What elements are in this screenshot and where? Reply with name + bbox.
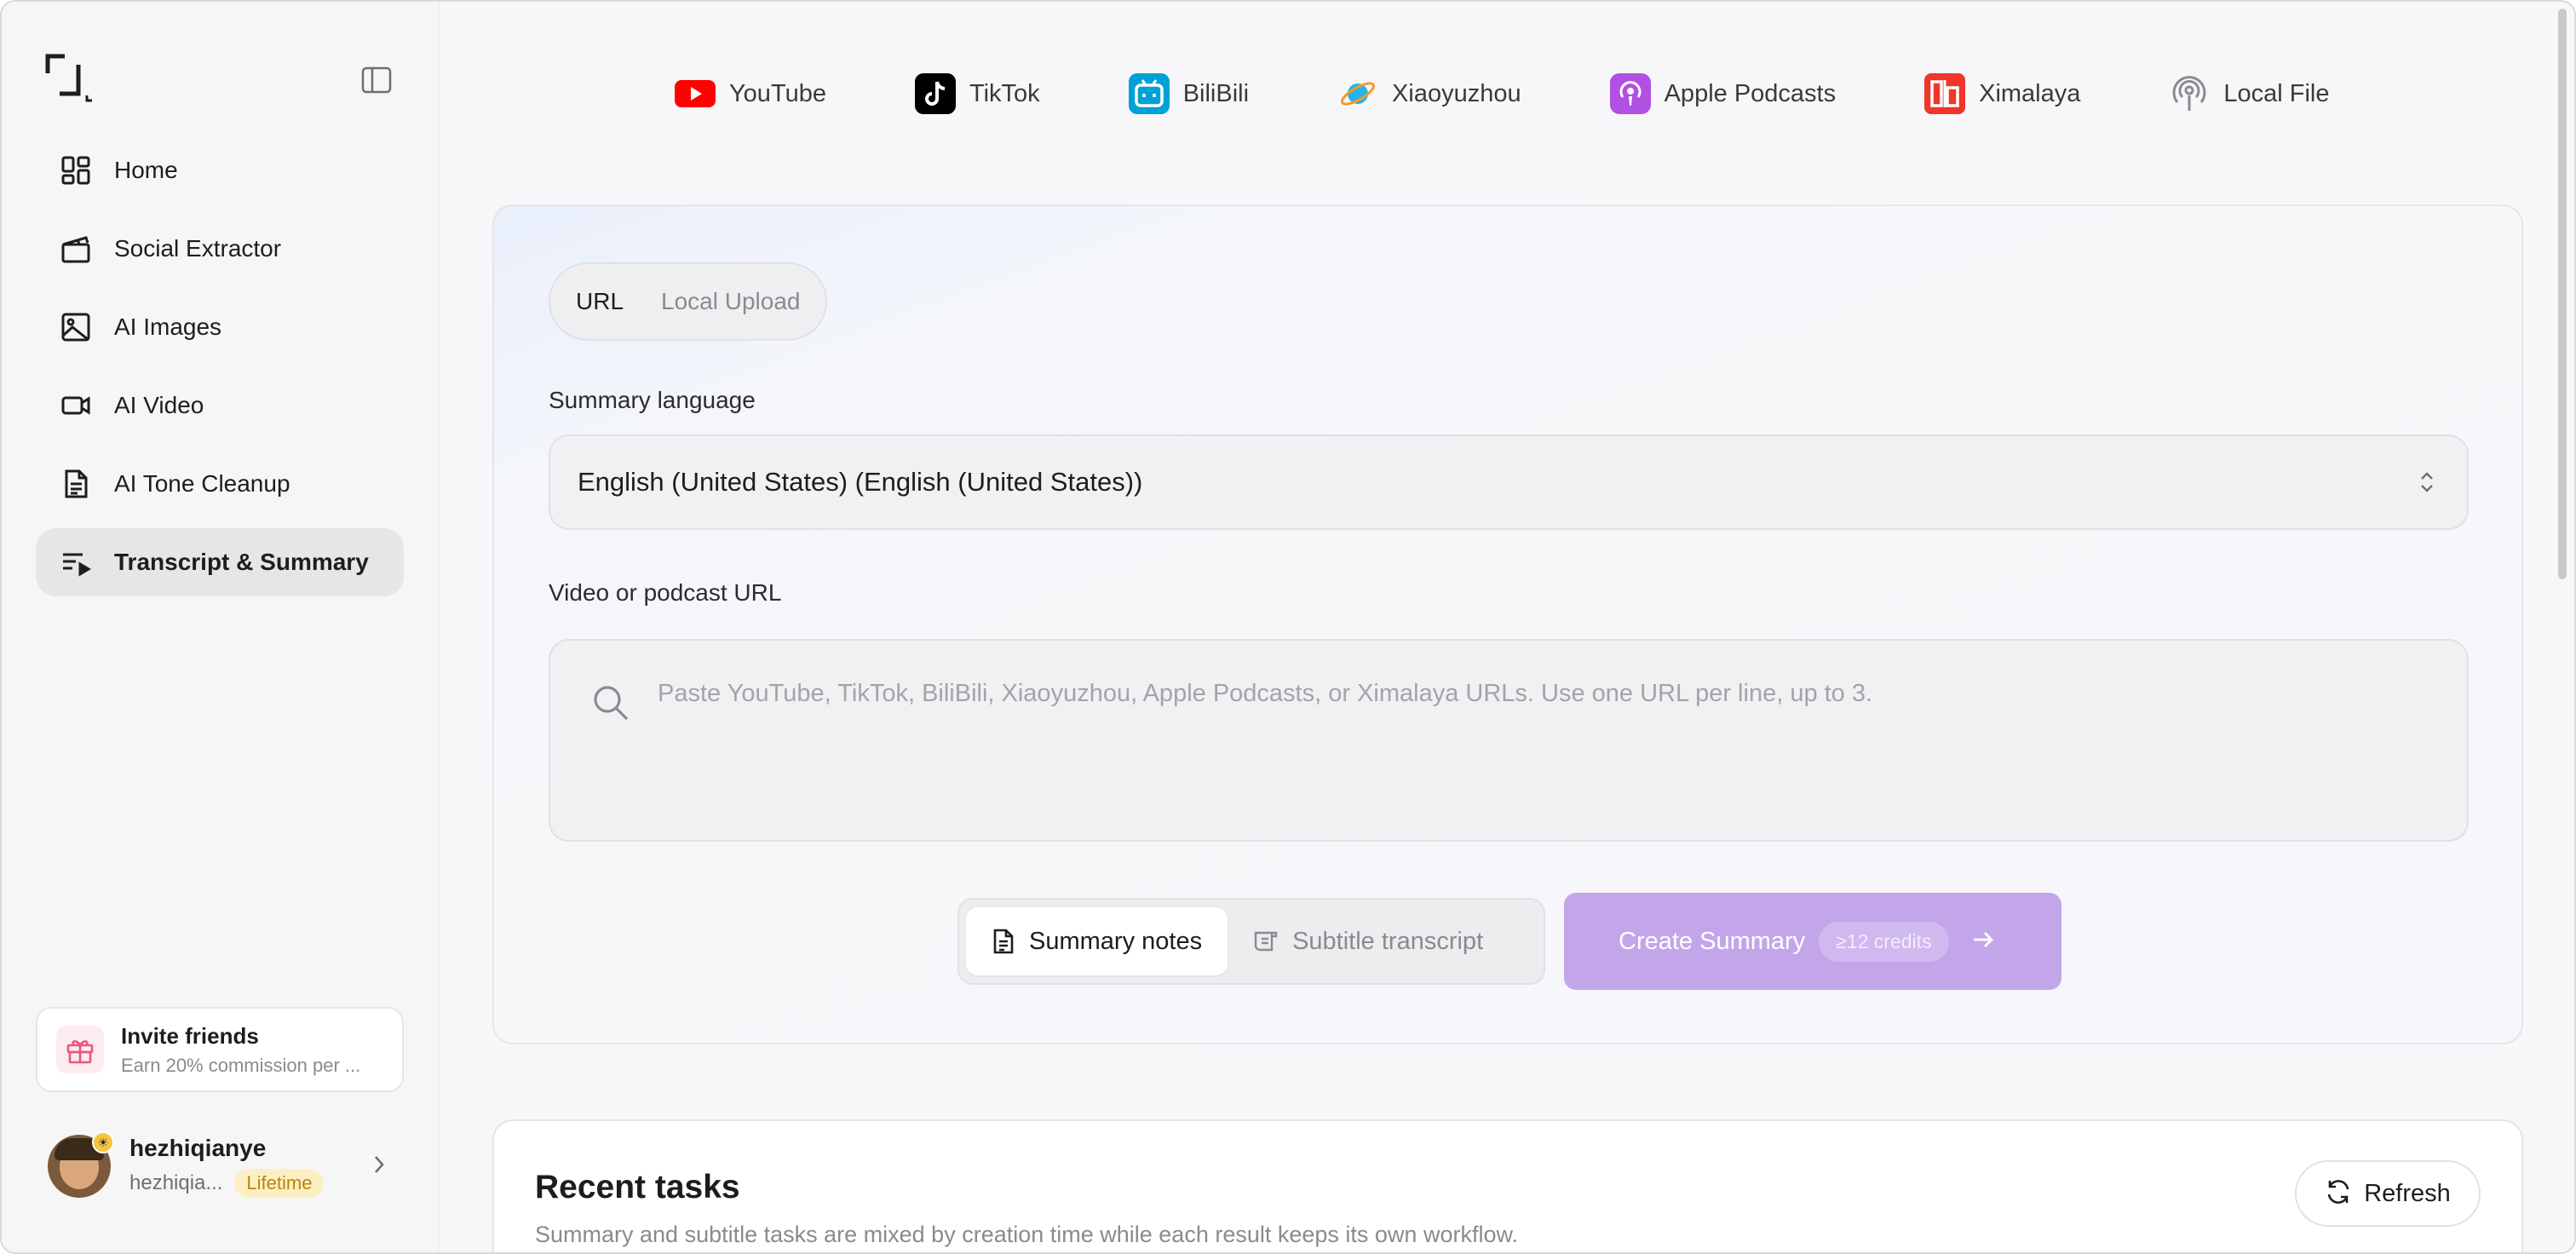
refresh-button[interactable]: Refresh <box>2295 1160 2481 1227</box>
sidebar-item-label: AI Tone Cleanup <box>114 470 290 497</box>
app-logo-icon[interactable] <box>44 53 95 104</box>
scroll-icon <box>1253 929 1279 954</box>
platform-apple-podcasts[interactable]: Apple Podcasts <box>1609 73 1836 114</box>
platform-tiktok[interactable]: TikTok <box>914 73 1040 114</box>
platform-bilibili[interactable]: BiliBili <box>1128 73 1249 114</box>
invite-friends-card[interactable]: Invite friends Earn 20% commission per .… <box>36 1007 404 1092</box>
sidebar-item-label: AI Video <box>114 392 204 418</box>
image-icon <box>60 311 92 343</box>
output-mode-toggle: Summary notes Subtitle transcript <box>957 898 1545 985</box>
youtube-icon <box>675 73 716 114</box>
search-icon <box>591 683 630 727</box>
sidebar-item-label: Home <box>114 157 178 183</box>
user-handle: hezhiqia... <box>129 1171 223 1194</box>
scrollbar[interactable] <box>2556 2 2569 1252</box>
tab-url[interactable]: URL <box>557 269 642 334</box>
sidebar-item-transcript-summary[interactable]: Transcript & Summary <box>36 528 404 596</box>
user-name: hezhiqianye <box>129 1135 267 1161</box>
recent-tasks-subtitle: Summary and subtitle tasks are mixed by … <box>535 1222 1518 1247</box>
document-icon <box>992 929 1015 954</box>
invite-title: Invite friends <box>121 1022 259 1049</box>
user-profile[interactable]: ☀ hezhiqianye hezhiqia... Lifetime <box>36 1119 404 1213</box>
recent-tasks-title: Recent tasks <box>535 1169 740 1205</box>
sidebar-item-label: AI Images <box>114 314 222 340</box>
platform-ximalaya[interactable]: Ximalaya <box>1924 73 2080 114</box>
mode-subtitle-transcript[interactable]: Subtitle transcript <box>1228 907 1509 975</box>
arrow-right-icon <box>1971 929 1995 954</box>
chevron-right-icon <box>371 1153 387 1180</box>
sidebar-item-social-extractor[interactable]: Social Extractor <box>36 215 404 283</box>
refresh-icon <box>2325 1178 2352 1210</box>
sidebar-item-ai-video[interactable]: AI Video <box>36 371 404 440</box>
invite-subtitle: Earn 20% commission per ... <box>121 1054 361 1076</box>
gift-icon <box>56 1026 104 1073</box>
scrollbar-thumb[interactable] <box>2558 9 2567 579</box>
clapperboard-icon <box>60 233 92 265</box>
summary-form-card: URL Local Upload Summary language Englis… <box>492 204 2523 1044</box>
platform-local-file[interactable]: Local File <box>2169 73 2330 114</box>
credits-badge: ≥12 credits <box>1819 921 1949 962</box>
sidebar-nav: Home Social Extractor AI Images AI Video… <box>36 136 404 607</box>
planet-icon <box>1337 73 1378 114</box>
avatar: ☀ <box>48 1131 114 1198</box>
platform-xiaoyuzhou[interactable]: Xiaoyuzhou <box>1337 73 1521 114</box>
podcast-signal-icon <box>2169 73 2210 114</box>
video-camera-icon <box>60 389 92 422</box>
grid-icon <box>60 154 92 187</box>
app-window: Home Social Extractor AI Images AI Video… <box>0 0 2576 1254</box>
summary-language-select[interactable]: English (United States) (English (United… <box>549 434 2469 530</box>
recent-tasks-card: Recent tasks Summary and subtitle tasks … <box>492 1119 2523 1252</box>
create-summary-button[interactable]: Create Summary ≥12 credits <box>1564 893 2061 990</box>
bilibili-icon <box>1128 73 1170 114</box>
tab-local-upload[interactable]: Local Upload <box>642 269 819 334</box>
source-tabs: URL Local Upload <box>549 262 828 341</box>
chevron-up-down-icon <box>2418 469 2436 500</box>
tiktok-icon <box>914 73 956 114</box>
platform-youtube[interactable]: YouTube <box>675 73 826 114</box>
mode-summary-notes[interactable]: Summary notes <box>966 907 1228 975</box>
platform-bar: YouTube TikTok BiliBili Xiaoyuzhou Apple… <box>675 70 2330 118</box>
sidebar-item-ai-tone-cleanup[interactable]: AI Tone Cleanup <box>36 450 404 518</box>
summary-language-label: Summary language <box>549 387 756 413</box>
sidebar-item-home[interactable]: Home <box>36 136 404 204</box>
list-play-icon <box>60 546 92 578</box>
url-input[interactable] <box>658 680 2429 816</box>
summary-language-value: English (United States) (English (United… <box>578 467 1143 497</box>
sidebar-item-label: Transcript & Summary <box>114 549 369 575</box>
plan-badge: Lifetime <box>234 1169 325 1198</box>
sun-badge-icon: ☀ <box>92 1131 114 1153</box>
document-icon <box>60 468 92 500</box>
sidebar-item-ai-images[interactable]: AI Images <box>36 293 404 361</box>
ximalaya-icon <box>1924 73 1966 114</box>
url-input-box <box>549 639 2469 842</box>
sidebar: Home Social Extractor AI Images AI Video… <box>2 2 440 1252</box>
sidebar-toggle-icon[interactable] <box>358 65 395 95</box>
url-label: Video or podcast URL <box>549 579 782 606</box>
sidebar-item-label: Social Extractor <box>114 235 282 262</box>
apple-podcasts-icon <box>1609 73 1651 114</box>
